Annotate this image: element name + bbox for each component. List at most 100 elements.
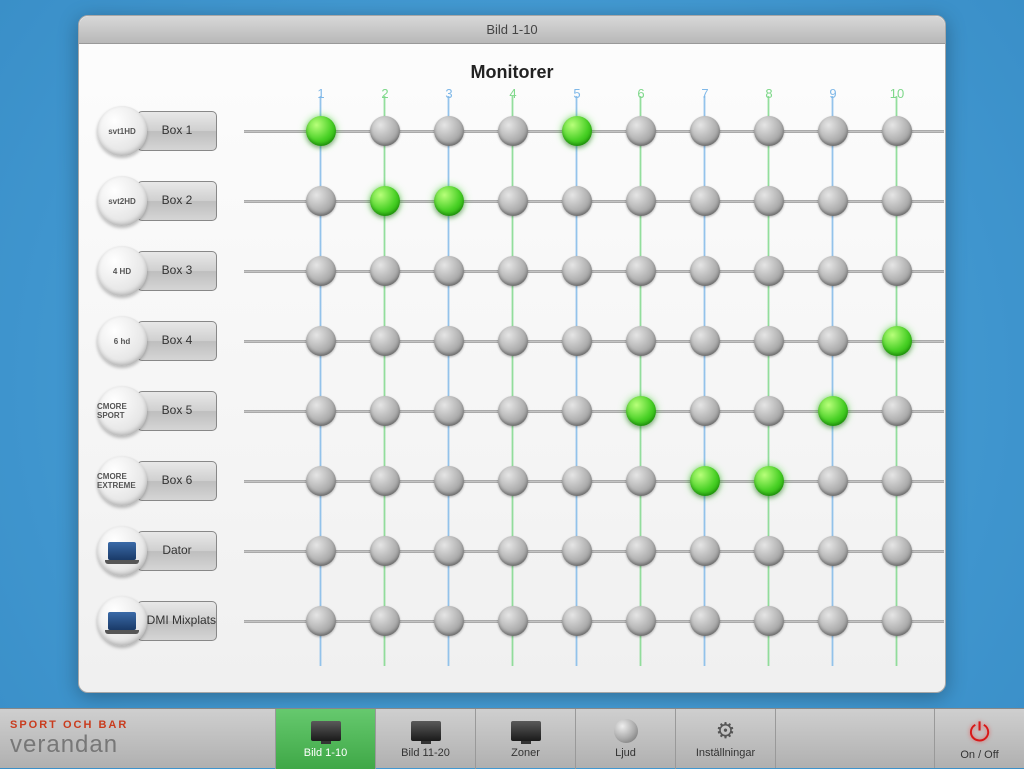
route-node[interactable] (370, 326, 400, 356)
route-node[interactable] (434, 536, 464, 566)
route-node[interactable] (754, 326, 784, 356)
route-node[interactable] (562, 326, 592, 356)
logo-tagline: SPORT OCH BAR (10, 719, 275, 731)
route-node[interactable] (370, 186, 400, 216)
route-node[interactable] (818, 396, 848, 426)
route-node[interactable] (690, 326, 720, 356)
nav-ljud[interactable]: Ljud (575, 709, 675, 769)
route-node[interactable] (306, 536, 336, 566)
route-node[interactable] (370, 606, 400, 636)
route-node[interactable] (306, 606, 336, 636)
nav-bild-11-20[interactable]: Bild 11-20 (375, 709, 475, 769)
route-node[interactable] (306, 326, 336, 356)
route-node[interactable] (818, 256, 848, 286)
route-node[interactable] (434, 186, 464, 216)
route-node[interactable] (498, 396, 528, 426)
route-node[interactable] (562, 186, 592, 216)
route-node[interactable] (690, 256, 720, 286)
source-button[interactable]: HDMI Mixplats (137, 601, 217, 641)
route-node[interactable] (562, 256, 592, 286)
route-node[interactable] (754, 256, 784, 286)
source-button[interactable]: Box 1 (137, 111, 217, 151)
route-node[interactable] (306, 396, 336, 426)
route-node[interactable] (754, 606, 784, 636)
route-node[interactable] (626, 536, 656, 566)
source-button[interactable]: Box 6 (137, 461, 217, 501)
route-node[interactable] (626, 256, 656, 286)
route-node[interactable] (370, 256, 400, 286)
source-row: svt2HDBox 2 (79, 176, 945, 216)
route-node[interactable] (626, 116, 656, 146)
route-node[interactable] (434, 396, 464, 426)
route-node[interactable] (882, 116, 912, 146)
route-node[interactable] (498, 606, 528, 636)
route-node[interactable] (754, 396, 784, 426)
power-button[interactable]: ⏻ On / Off (934, 709, 1024, 768)
route-node[interactable] (370, 116, 400, 146)
route-node[interactable] (818, 116, 848, 146)
route-node[interactable] (562, 466, 592, 496)
route-node[interactable] (626, 326, 656, 356)
route-node[interactable] (626, 396, 656, 426)
route-node[interactable] (818, 536, 848, 566)
route-node[interactable] (306, 466, 336, 496)
route-node[interactable] (562, 536, 592, 566)
route-node[interactable] (498, 466, 528, 496)
route-node[interactable] (754, 536, 784, 566)
route-node[interactable] (434, 326, 464, 356)
route-node[interactable] (754, 116, 784, 146)
route-node[interactable] (818, 606, 848, 636)
route-node[interactable] (690, 466, 720, 496)
bottom-navbar: SPORT OCH BAR verandan Bild 1-10Bild 11-… (0, 708, 1024, 768)
route-node[interactable] (690, 536, 720, 566)
nav-bild-1-10[interactable]: Bild 1-10 (275, 709, 375, 769)
route-node[interactable] (626, 466, 656, 496)
route-node[interactable] (434, 256, 464, 286)
route-node[interactable] (754, 186, 784, 216)
route-node[interactable] (690, 396, 720, 426)
route-node[interactable] (306, 186, 336, 216)
route-node[interactable] (370, 466, 400, 496)
route-node[interactable] (626, 186, 656, 216)
source-button[interactable]: Box 2 (137, 181, 217, 221)
route-node[interactable] (306, 256, 336, 286)
route-node[interactable] (754, 466, 784, 496)
source-button[interactable]: Box 3 (137, 251, 217, 291)
route-node[interactable] (306, 116, 336, 146)
power-label: On / Off (960, 749, 998, 761)
nav-inst-llningar[interactable]: ⚙Inställningar (675, 709, 775, 769)
route-node[interactable] (882, 606, 912, 636)
source-button[interactable]: Box 4 (137, 321, 217, 361)
route-node[interactable] (498, 256, 528, 286)
route-node[interactable] (498, 326, 528, 356)
route-node[interactable] (370, 396, 400, 426)
route-node[interactable] (498, 536, 528, 566)
source-button[interactable]: Dator (137, 531, 217, 571)
route-node[interactable] (690, 606, 720, 636)
page-title: Monitorer (79, 62, 945, 83)
route-node[interactable] (562, 606, 592, 636)
route-node[interactable] (434, 116, 464, 146)
route-node[interactable] (882, 396, 912, 426)
route-node[interactable] (818, 186, 848, 216)
route-node[interactable] (626, 606, 656, 636)
nav-zoner[interactable]: Zoner (475, 709, 575, 769)
route-node[interactable] (498, 186, 528, 216)
route-node[interactable] (562, 396, 592, 426)
route-node[interactable] (882, 536, 912, 566)
route-node[interactable] (882, 326, 912, 356)
source-button[interactable]: Box 5 (137, 391, 217, 431)
route-node[interactable] (818, 466, 848, 496)
route-node[interactable] (370, 536, 400, 566)
route-node[interactable] (562, 116, 592, 146)
route-node[interactable] (818, 326, 848, 356)
route-node[interactable] (690, 186, 720, 216)
route-node[interactable] (882, 466, 912, 496)
route-node[interactable] (498, 116, 528, 146)
route-node[interactable] (690, 116, 720, 146)
route-node[interactable] (434, 466, 464, 496)
route-node[interactable] (434, 606, 464, 636)
route-node[interactable] (882, 256, 912, 286)
nav-label: Bild 11-20 (401, 747, 450, 759)
route-node[interactable] (882, 186, 912, 216)
